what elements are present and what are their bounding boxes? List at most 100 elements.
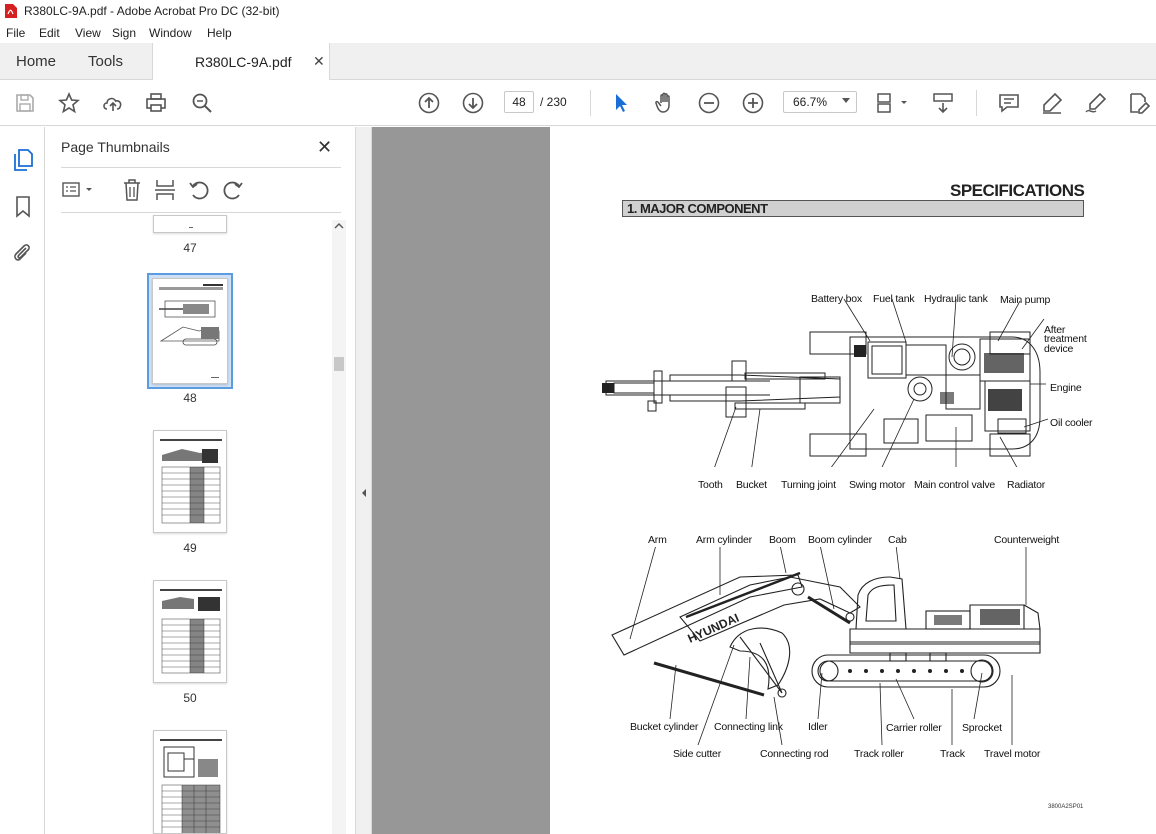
- tab-document[interactable]: R380LC-9A.pdf ✕: [152, 43, 330, 81]
- label-side-cutter: Side cutter: [673, 748, 721, 760]
- collapse-panel-icon[interactable]: [360, 488, 368, 498]
- thumbnail-preview-image: [160, 439, 222, 524]
- panel-divider-2: [61, 212, 341, 213]
- zoom-level-select[interactable]: 66.7%: [783, 91, 857, 113]
- highlight-pen-icon[interactable]: [1040, 91, 1064, 115]
- panel-splitter[interactable]: [355, 127, 372, 834]
- bookmark-icon[interactable]: [14, 195, 32, 219]
- menu-bar: File Edit View Sign Window Help: [0, 22, 1156, 43]
- panel-title: Page Thumbnails: [61, 139, 170, 155]
- thumbnail-page[interactable]: [153, 430, 227, 533]
- label-battery-box: Battery box: [811, 293, 862, 305]
- page-fit-icon[interactable]: [875, 91, 909, 115]
- label-boom-cylinder: Boom cylinder: [808, 534, 872, 546]
- thumbnail-page[interactable]: [153, 730, 227, 834]
- close-tab-icon[interactable]: ✕: [313, 53, 325, 70]
- label-engine: Engine: [1050, 382, 1082, 394]
- label-bucket-cylinder: Bucket cylinder: [630, 721, 699, 733]
- label-tooth: Tooth: [698, 479, 723, 491]
- zoom-search-icon[interactable]: [190, 91, 214, 115]
- section-title: 1. MAJOR COMPONENT: [622, 200, 1084, 217]
- select-cursor-icon[interactable]: [609, 91, 633, 115]
- fill-sign-icon[interactable]: [1127, 91, 1151, 115]
- label-after-treatment-3: device: [1044, 343, 1074, 355]
- page-thumbnails-icon[interactable]: [12, 148, 34, 172]
- insert-page-icon[interactable]: [153, 178, 177, 202]
- label-carrier-roller: Carrier roller: [886, 722, 942, 734]
- thumbnail-label: 49: [183, 541, 197, 555]
- label-radiator: Radiator: [1007, 479, 1046, 491]
- toolbar-divider-2: [976, 90, 977, 116]
- thumbnail-page-selected[interactable]: [152, 278, 228, 384]
- document-viewport[interactable]: SPECIFICATIONS 1. MAJOR COMPONENT Batter…: [372, 127, 1156, 834]
- rotate-right-icon[interactable]: [221, 178, 245, 202]
- thumbnail-page[interactable]: [153, 580, 227, 683]
- toolbar: 48 / 230 66.7%: [0, 80, 1156, 126]
- print-icon[interactable]: [144, 91, 168, 115]
- label-connecting-link: Connecting link: [714, 721, 783, 733]
- window-title: R380LC-9A.pdf - Adobe Acrobat Pro DC (32…: [24, 4, 280, 18]
- label-oil-cooler: Oil cooler: [1050, 417, 1093, 429]
- tab-document-label: R380LC-9A.pdf: [195, 54, 292, 70]
- page-number-input[interactable]: 48: [504, 91, 534, 113]
- label-fuel-tank: Fuel tank: [873, 293, 915, 305]
- comment-icon[interactable]: [997, 91, 1021, 115]
- menu-file[interactable]: File: [6, 26, 25, 40]
- label-counterweight: Counterweight: [994, 534, 1060, 546]
- label-arm-cylinder: Arm cylinder: [696, 534, 752, 546]
- excavator-side-view-drawing: HYUNDAI: [611, 547, 1041, 746]
- tab-home[interactable]: Home: [0, 43, 74, 80]
- thumbnail-options-icon[interactable]: [61, 179, 97, 201]
- menu-edit[interactable]: Edit: [39, 26, 60, 40]
- menu-help[interactable]: Help: [207, 26, 232, 40]
- zoom-in-icon[interactable]: [741, 91, 765, 115]
- label-sprocket: Sprocket: [962, 722, 1002, 734]
- label-cab: Cab: [888, 534, 907, 546]
- pdf-page: SPECIFICATIONS 1. MAJOR COMPONENT Batter…: [550, 127, 1156, 834]
- title-bar: R380LC-9A.pdf - Adobe Acrobat Pro DC (32…: [0, 0, 1156, 22]
- scroll-up-icon[interactable]: [334, 222, 344, 230]
- thumbnail-preview-image: [160, 589, 222, 674]
- next-page-icon[interactable]: [461, 91, 485, 115]
- label-bucket: Bucket: [736, 479, 767, 491]
- left-rail: [0, 127, 45, 834]
- zoom-level-value: 66.7%: [793, 95, 828, 109]
- page-heading: SPECIFICATIONS: [950, 181, 1085, 200]
- hand-tool-icon[interactable]: [653, 91, 677, 115]
- thumbnail-label: 47: [183, 241, 197, 255]
- menu-sign[interactable]: Sign: [112, 26, 136, 40]
- label-hydraulic-tank: Hydraulic tank: [924, 293, 988, 305]
- label-arm: Arm: [648, 534, 667, 546]
- thumbnail-preview-image: [160, 739, 222, 833]
- label-idler: Idler: [808, 721, 828, 733]
- scroll-mode-icon[interactable]: [931, 91, 955, 115]
- label-boom: Boom: [769, 534, 796, 546]
- label-turning-joint: Turning joint: [781, 479, 836, 491]
- panel-divider: [61, 167, 341, 168]
- zoom-out-icon[interactable]: [697, 91, 721, 115]
- close-panel-icon[interactable]: ✕: [317, 137, 332, 158]
- sign-pen-icon[interactable]: [1084, 91, 1108, 115]
- label-main-control-valve: Main control valve: [914, 479, 996, 491]
- brand-lettering: HYUNDAI: [686, 611, 742, 646]
- thumbnail-label: 50: [183, 691, 197, 705]
- delete-page-icon[interactable]: [121, 178, 143, 202]
- tab-tools[interactable]: Tools: [74, 43, 152, 80]
- thumbnail-page[interactable]: [153, 215, 227, 233]
- menu-view[interactable]: View: [75, 26, 101, 40]
- menu-window[interactable]: Window: [149, 26, 192, 40]
- upload-cloud-icon[interactable]: [101, 91, 125, 115]
- label-travel-motor: Travel motor: [984, 748, 1041, 760]
- thumbnail-label: 48: [183, 391, 197, 405]
- previous-page-icon[interactable]: [417, 91, 441, 115]
- pdf-icon: [5, 4, 17, 18]
- save-icon[interactable]: [13, 91, 37, 115]
- chevron-down-icon: [842, 98, 850, 103]
- thumbnails-scrollbar[interactable]: [332, 220, 346, 834]
- scrollbar-thumb[interactable]: [334, 357, 344, 371]
- rotate-left-icon[interactable]: [187, 178, 211, 202]
- attachment-icon[interactable]: [11, 241, 33, 265]
- label-track: Track: [940, 748, 965, 760]
- bookmark-star-icon[interactable]: [57, 91, 81, 115]
- label-swing-motor: Swing motor: [849, 479, 906, 491]
